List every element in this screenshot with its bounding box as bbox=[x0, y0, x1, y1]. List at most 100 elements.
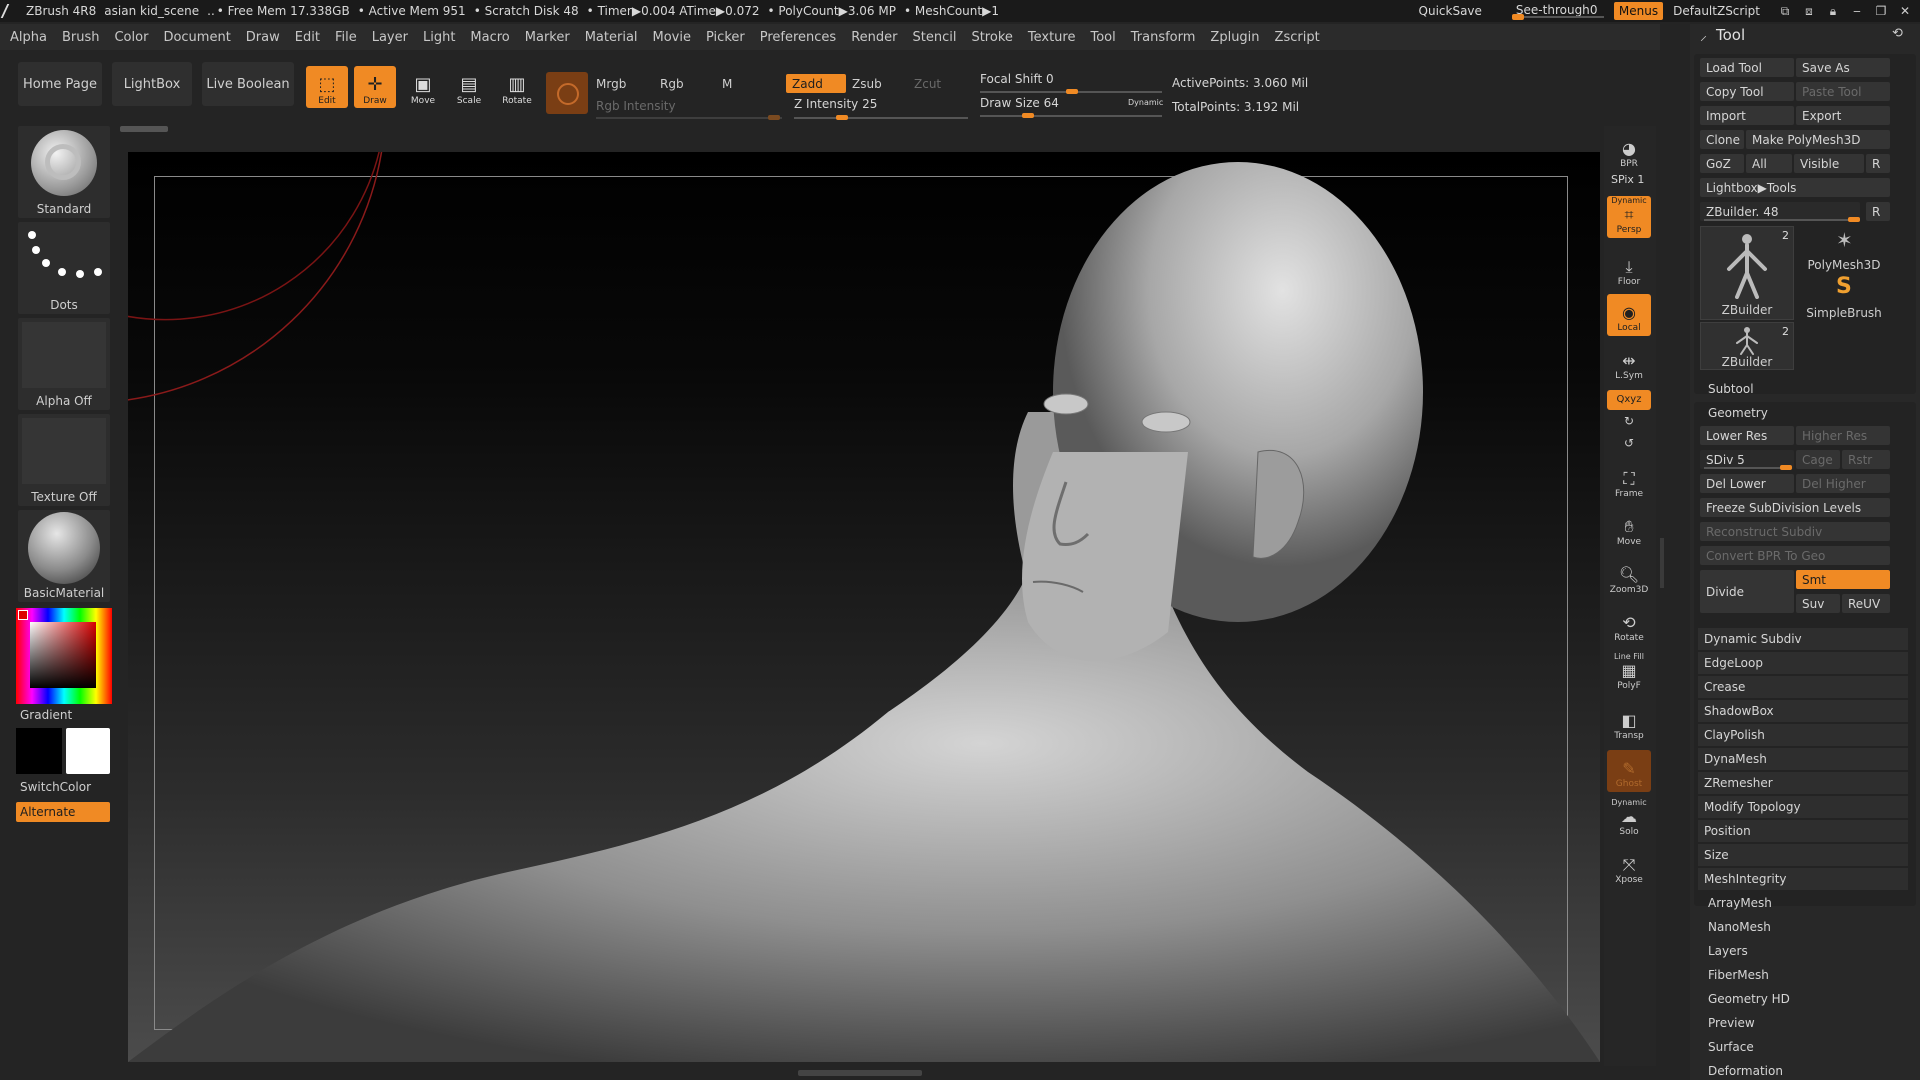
persp-button[interactable]: Dynamic ⌗ Persp bbox=[1607, 196, 1651, 238]
menu-movie[interactable]: Movie bbox=[653, 30, 691, 45]
main-color-swatch[interactable] bbox=[16, 728, 62, 774]
load-tool-button[interactable]: Load Tool bbox=[1700, 58, 1794, 77]
menu-light[interactable]: Light bbox=[423, 30, 455, 45]
tool-subpalette-surface[interactable]: Surface bbox=[1708, 1040, 1754, 1054]
menu-layer[interactable]: Layer bbox=[372, 30, 408, 45]
zoom3d-button[interactable]: 🔍︎ Zoom3D bbox=[1607, 556, 1651, 598]
tool-thumb-polymesh3d[interactable]: ✶ PolyMesh3D bbox=[1794, 226, 1894, 272]
solo-button[interactable]: Dynamic ☁︎ Solo bbox=[1607, 798, 1651, 840]
menu-material[interactable]: Material bbox=[585, 30, 638, 45]
divide-button[interactable]: Divide bbox=[1700, 570, 1794, 613]
tool-thumb-simplebrush[interactable]: S SimpleBrush bbox=[1794, 274, 1894, 320]
palette-pin-icon[interactable]: ⸝ bbox=[1700, 26, 1707, 45]
menu-file[interactable]: File bbox=[335, 30, 357, 45]
color-square[interactable] bbox=[30, 622, 96, 688]
sdiv-knob[interactable] bbox=[1780, 465, 1792, 470]
ghost-button[interactable]: ✎ Ghost bbox=[1607, 750, 1651, 792]
layout-icon[interactable]: ⧉ bbox=[1778, 5, 1792, 17]
scale-button[interactable]: ▤ Scale bbox=[448, 66, 490, 108]
geometry-item-crease[interactable]: Crease bbox=[1698, 676, 1908, 698]
import-button[interactable]: Import bbox=[1700, 106, 1794, 125]
geometry-item-position[interactable]: Position bbox=[1698, 820, 1908, 842]
close-icon[interactable]: ✕ bbox=[1898, 5, 1912, 17]
see-through-knob[interactable] bbox=[1511, 14, 1524, 20]
lock-icon[interactable]: 🔒︎ bbox=[1826, 5, 1840, 17]
alternate-button[interactable]: Alternate bbox=[16, 802, 110, 822]
geometry-item-zremesher[interactable]: ZRemesher bbox=[1698, 772, 1908, 794]
switchcolor-button[interactable]: SwitchColor bbox=[20, 780, 91, 794]
menu-picker[interactable]: Picker bbox=[706, 30, 745, 45]
lightbox-button[interactable]: LightBox bbox=[112, 62, 192, 106]
lower-res-button[interactable]: Lower Res bbox=[1700, 426, 1794, 445]
del-lower-button[interactable]: Del Lower bbox=[1700, 474, 1794, 493]
goz-visible-button[interactable]: Visible bbox=[1794, 154, 1864, 173]
gradient-label[interactable]: Gradient bbox=[20, 708, 72, 722]
geometry-section[interactable]: Geometry bbox=[1708, 406, 1768, 420]
tool-title[interactable]: Tool bbox=[1716, 26, 1745, 44]
default-zscript-button[interactable]: DefaultZScript bbox=[1673, 4, 1760, 18]
brush-selector[interactable]: Standard bbox=[18, 126, 110, 218]
rotate-z-icon[interactable]: ↺ bbox=[1624, 436, 1634, 450]
menu-zplugin[interactable]: Zplugin bbox=[1210, 30, 1259, 45]
geometry-item-shadowbox[interactable]: ShadowBox bbox=[1698, 700, 1908, 722]
stroke-selector[interactable]: Dots bbox=[18, 222, 110, 314]
zsub-button[interactable]: Zsub bbox=[846, 74, 906, 93]
polyf-button[interactable]: Line Fill ▦ PolyF bbox=[1607, 652, 1651, 694]
menu-draw[interactable]: Draw bbox=[246, 30, 280, 45]
color-mode-button[interactable] bbox=[546, 72, 588, 114]
document-canvas[interactable] bbox=[128, 152, 1600, 1062]
menu-render[interactable]: Render bbox=[851, 30, 897, 45]
menu-stroke[interactable]: Stroke bbox=[971, 30, 1012, 45]
export-button[interactable]: Export bbox=[1796, 106, 1890, 125]
del-higher-button[interactable]: Del Higher bbox=[1796, 474, 1890, 493]
geometry-item-meshintegrity[interactable]: MeshIntegrity bbox=[1698, 868, 1908, 890]
menu-edit[interactable]: Edit bbox=[295, 30, 320, 45]
tool-subpalette-layers[interactable]: Layers bbox=[1708, 944, 1748, 958]
reuv-button[interactable]: ReUV bbox=[1842, 594, 1890, 613]
canvas-bottom-scroll[interactable] bbox=[798, 1070, 922, 1076]
tool-thumb-zbuilder-2[interactable]: 2 ZBuilder bbox=[1700, 322, 1794, 370]
rotate-y-icon[interactable]: ↻ bbox=[1624, 414, 1634, 428]
menu-transform[interactable]: Transform bbox=[1131, 30, 1196, 45]
smt-toggle[interactable]: Smt bbox=[1796, 570, 1890, 589]
menu-macro[interactable]: Macro bbox=[470, 30, 509, 45]
alpha-selector[interactable]: Alpha Off bbox=[18, 318, 110, 410]
palette-reset-icon[interactable]: ⟲ bbox=[1892, 26, 1903, 41]
menu-brush[interactable]: Brush bbox=[62, 30, 100, 45]
geometry-item-dynamesh[interactable]: DynaMesh bbox=[1698, 748, 1908, 770]
geometry-item-edgeloop[interactable]: EdgeLoop bbox=[1698, 652, 1908, 674]
clone-button[interactable]: Clone bbox=[1700, 130, 1744, 149]
menu-marker[interactable]: Marker bbox=[525, 30, 570, 45]
goz-r-button[interactable]: R bbox=[1866, 154, 1890, 173]
edit-button[interactable]: ⬚ Edit bbox=[306, 66, 348, 108]
xyz-button[interactable]: Qxyz bbox=[1607, 390, 1651, 410]
menu-stencil[interactable]: Stencil bbox=[912, 30, 956, 45]
make-polymesh3d-button[interactable]: Make PolyMesh3D bbox=[1746, 130, 1890, 149]
rgb-intensity-knob[interactable] bbox=[768, 115, 780, 120]
move-button[interactable]: ▣ Move bbox=[402, 66, 444, 108]
zcut-button[interactable]: Zcut bbox=[908, 74, 968, 93]
dynamic-toggle[interactable]: Dynamic bbox=[1128, 98, 1163, 107]
spix-slider[interactable]: SPix 1 bbox=[1611, 173, 1644, 186]
geometry-item-size[interactable]: Size bbox=[1698, 844, 1908, 866]
lsym-button[interactable]: ⇹ L.Sym bbox=[1607, 342, 1651, 384]
rgb-button[interactable]: Rgb bbox=[654, 74, 714, 93]
frame-button[interactable]: ⛶ Frame bbox=[1607, 460, 1651, 502]
quicksave-button[interactable]: QuickSave bbox=[1419, 4, 1482, 18]
lightbox-tools-button[interactable]: Lightbox▶Tools bbox=[1700, 178, 1890, 197]
zadd-button[interactable]: Zadd bbox=[786, 74, 846, 93]
focal-shift-knob[interactable] bbox=[1066, 89, 1078, 94]
menus-button[interactable]: Menus bbox=[1613, 2, 1664, 20]
freeze-subdivision-button[interactable]: Freeze SubDivision Levels bbox=[1700, 498, 1890, 517]
rotate-view-button[interactable]: ⟲ Rotate bbox=[1607, 604, 1651, 646]
tool-subpalette-nanomesh[interactable]: NanoMesh bbox=[1708, 920, 1771, 934]
menu-tool[interactable]: Tool bbox=[1090, 30, 1115, 45]
menu-preferences[interactable]: Preferences bbox=[760, 30, 836, 45]
geometry-item-modify-topology[interactable]: Modify Topology bbox=[1698, 796, 1908, 818]
zbuilder-knob[interactable] bbox=[1848, 217, 1860, 222]
material-selector[interactable]: BasicMaterial bbox=[18, 510, 110, 602]
minimize-icon[interactable]: ‒ bbox=[1850, 5, 1864, 17]
right-shelf-divider[interactable] bbox=[1660, 538, 1664, 588]
subtool-section[interactable]: Subtool bbox=[1708, 382, 1754, 396]
mrgb-button[interactable]: Mrgb bbox=[590, 74, 654, 93]
